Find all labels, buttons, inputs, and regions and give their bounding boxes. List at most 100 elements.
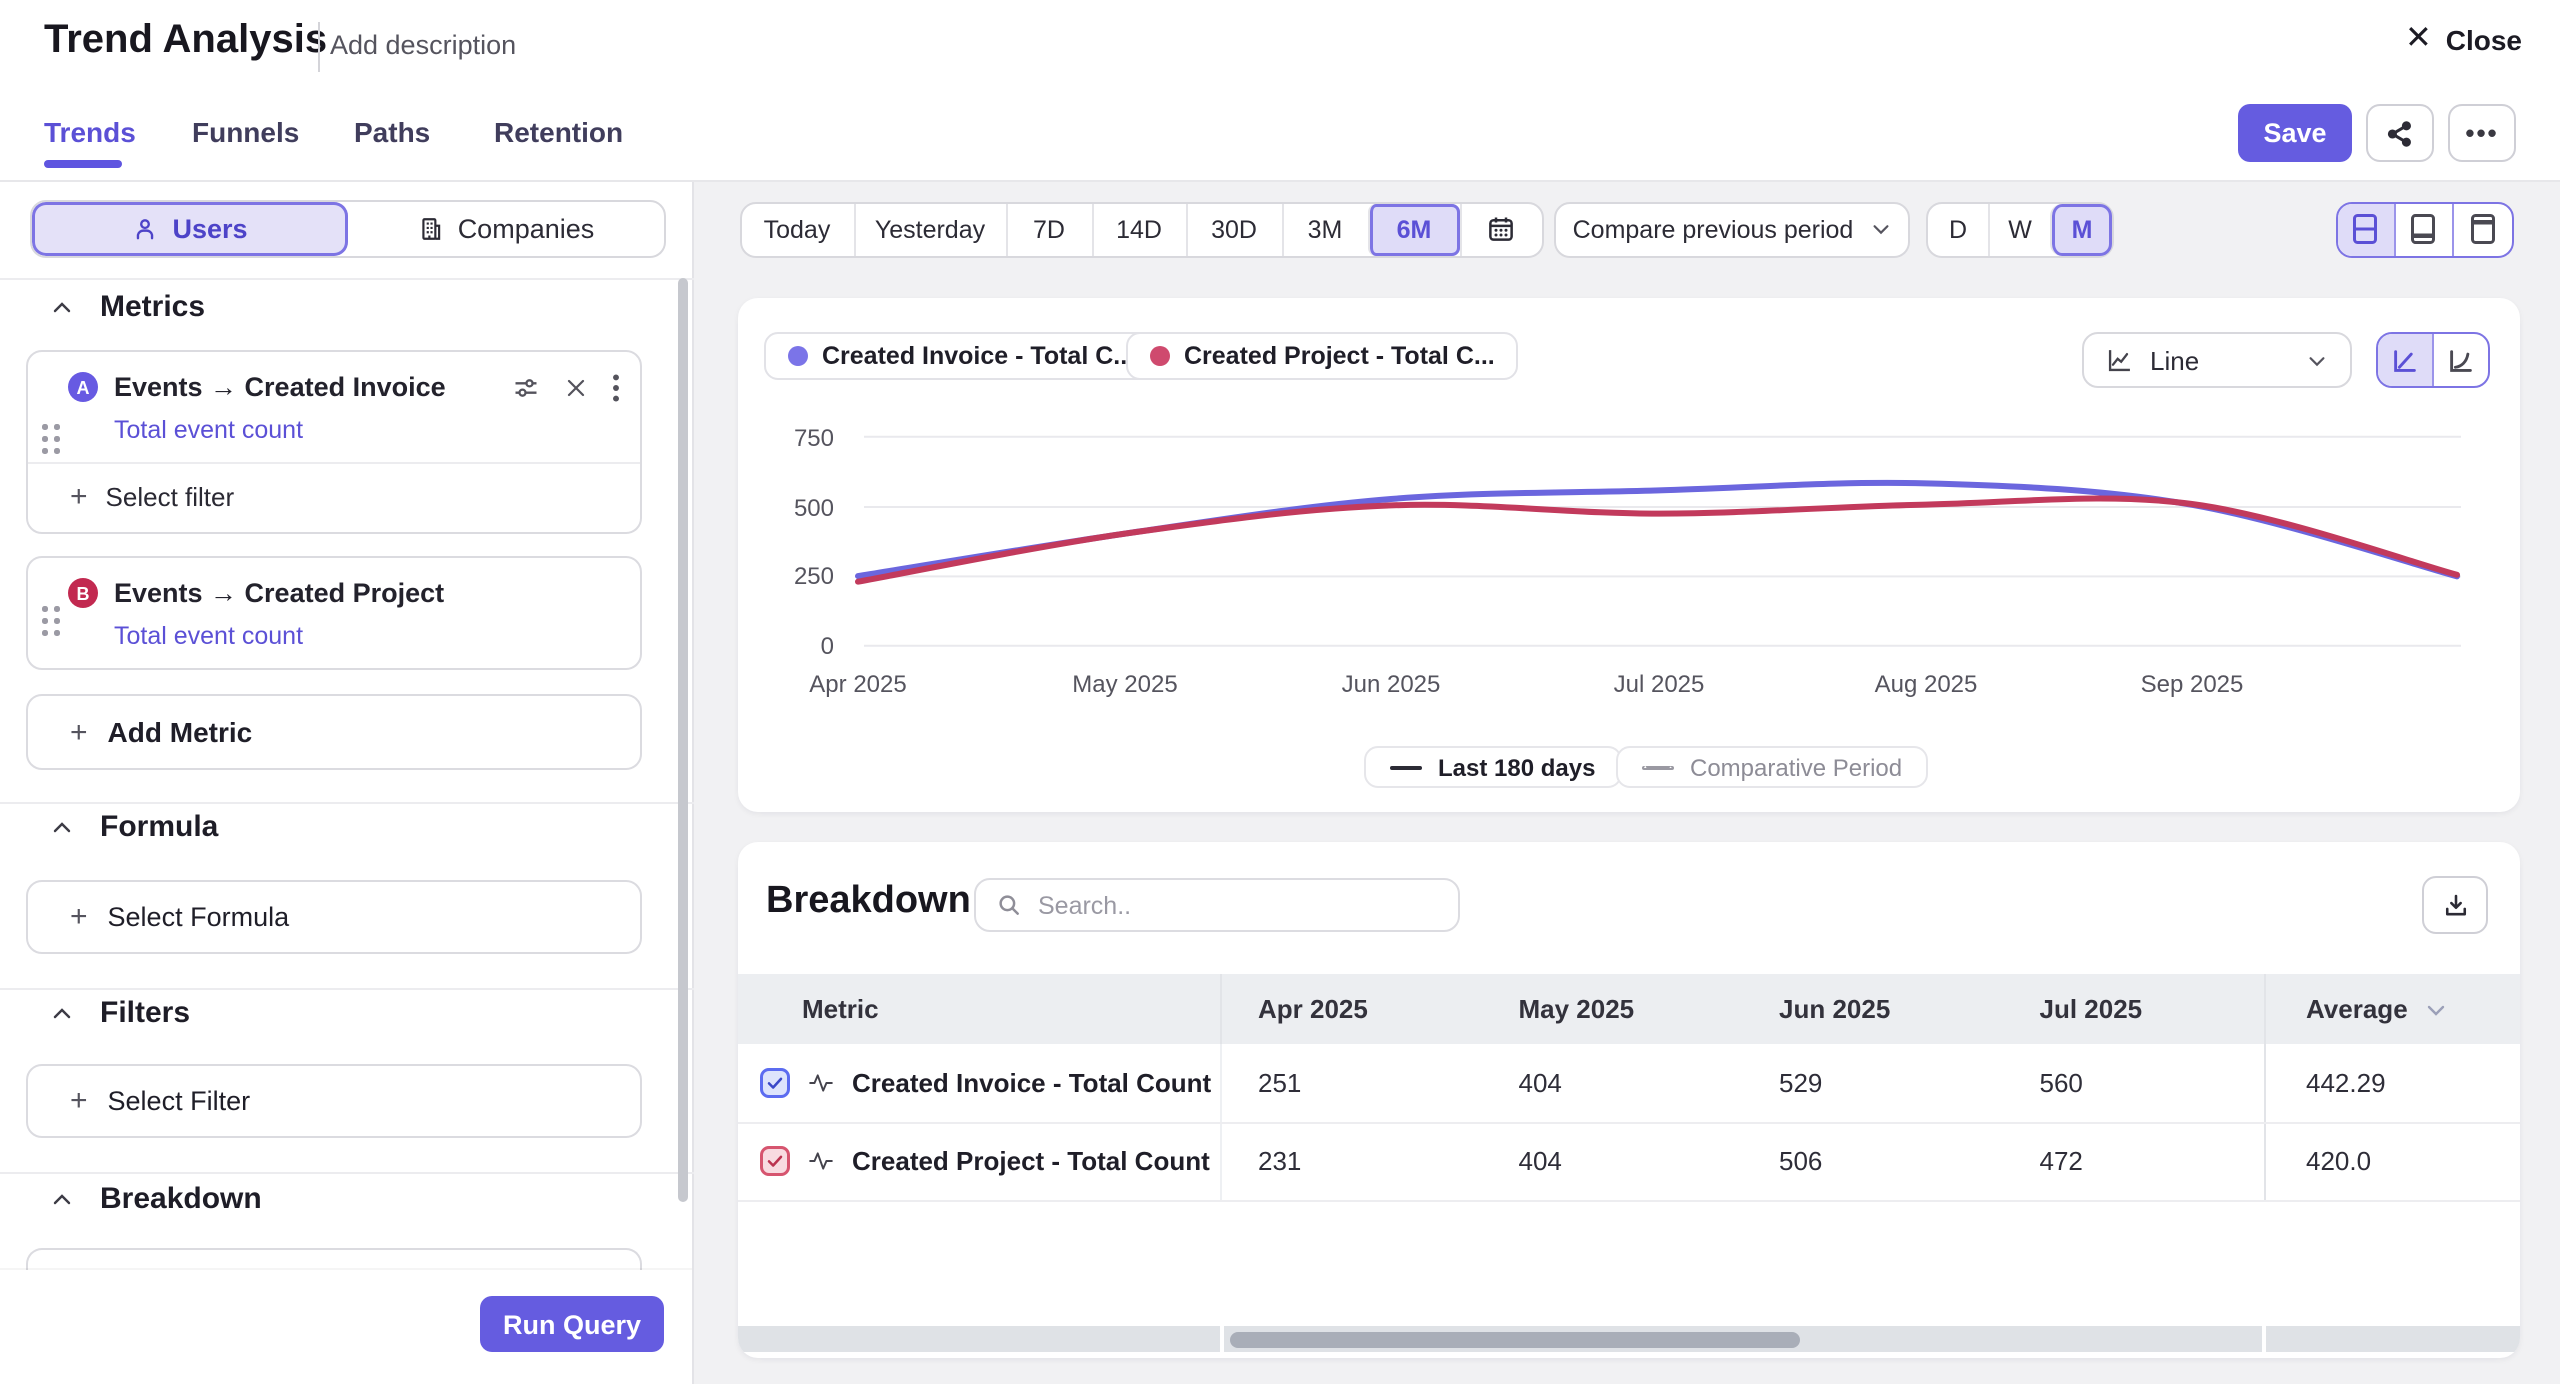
range-14d[interactable]: 14D (1091, 203, 1185, 256)
range-7d[interactable]: 7D (1005, 203, 1091, 256)
drag-handle-icon[interactable] (42, 606, 62, 638)
entity-toggle-companies[interactable]: Companies (348, 202, 664, 256)
breakdown-search[interactable] (974, 878, 1460, 932)
table-row-invoice: Created Invoice - Total Count 251 404 52… (738, 1044, 2520, 1123)
value-cell: 231 (1222, 1123, 1483, 1200)
row-checkbox-invoice[interactable] (760, 1068, 790, 1098)
table-row-project: Created Project - Total Count 231 404 50… (738, 1123, 2520, 1202)
select-formula-card[interactable]: + Select Formula (26, 880, 642, 954)
measure-link[interactable]: Total event count (114, 416, 640, 444)
divider (0, 988, 694, 990)
metric-badge-a: A (68, 372, 98, 402)
layout-chart-focus-button[interactable] (2394, 203, 2453, 256)
sidebar-scrollbar[interactable] (678, 278, 688, 1202)
search-input[interactable] (1038, 891, 1398, 919)
add-description-button[interactable]: Add description (330, 30, 516, 60)
metric-title[interactable]: Events → Created Project (114, 578, 444, 608)
user-icon (132, 216, 158, 242)
entity-toggle-users[interactable]: Users (32, 202, 348, 256)
more-options-button[interactable]: ••• (2448, 104, 2516, 162)
query-toolbar: Today Yesterday 7D 14D 30D 3M 6M Compare… (694, 182, 2560, 278)
tab-trends[interactable]: Trends (44, 116, 136, 148)
check-icon (766, 1153, 784, 1171)
ellipsis-icon: ••• (2465, 118, 2498, 148)
granularity-day[interactable]: D (1928, 203, 1988, 256)
save-button[interactable]: Save (2238, 104, 2352, 162)
compare-period-dropdown[interactable]: Compare previous period (1554, 201, 1910, 258)
sidebar-footer: Run Query (0, 1270, 692, 1384)
x-tick-apr: Apr 2025 (809, 670, 906, 698)
page-title: Trend Analysis (44, 18, 327, 64)
column-header-jun[interactable]: Jun 2025 (1743, 974, 2004, 1044)
x-tick-sep: Sep 2025 (2141, 670, 2244, 698)
legend-comparative-period[interactable]: Comparative Period (1616, 746, 1928, 788)
y-tick-250: 250 (754, 562, 834, 590)
breakdown-title: Breakdown (766, 880, 971, 924)
solid-line-swatch (1390, 765, 1422, 769)
share-button[interactable] (2366, 104, 2434, 162)
select-filter-button[interactable]: + Select filter (28, 464, 640, 532)
y-tick-500: 500 (754, 493, 834, 521)
range-3m[interactable]: 3M (1281, 203, 1367, 256)
column-header-may[interactable]: May 2025 (1483, 974, 1744, 1044)
granularity-month[interactable]: M (2050, 203, 2112, 256)
download-button[interactable] (2422, 876, 2488, 934)
add-metric-card[interactable]: + Add Metric (26, 694, 642, 770)
tab-retention[interactable]: Retention (494, 116, 623, 148)
value-cell: 404 (1483, 1044, 1744, 1121)
metrics-section-header[interactable]: Metrics (50, 290, 205, 324)
legend-current-period[interactable]: Last 180 days (1364, 746, 1621, 788)
breakdown-table: Metric Apr 2025 May 2025 Jun 2025 Jul 20… (738, 974, 2520, 1202)
waveform-icon (808, 1070, 834, 1096)
select-filter-card[interactable]: + Select Filter (26, 1064, 642, 1138)
y-tick-0: 0 (754, 632, 834, 660)
breakdown-section-header[interactable]: Breakdown (50, 1182, 262, 1216)
layout-split-horizontal-button[interactable] (2337, 203, 2394, 256)
layout-table-focus-button[interactable] (2452, 203, 2511, 256)
tab-funnels[interactable]: Funnels (192, 116, 299, 148)
remove-metric-icon[interactable] (564, 375, 588, 399)
metric-badge-b: B (68, 578, 98, 608)
divider (0, 278, 694, 280)
column-header-average[interactable]: Average (2264, 974, 2520, 1044)
measure-link[interactable]: Total event count (114, 622, 640, 650)
range-30d[interactable]: 30D (1185, 203, 1281, 256)
chevron-up-icon (50, 1187, 74, 1211)
download-icon (2441, 891, 2469, 919)
check-icon (766, 1074, 784, 1092)
calendar-button[interactable] (1459, 203, 1541, 256)
tab-paths[interactable]: Paths (354, 116, 430, 148)
series-line[interactable] (858, 499, 2457, 582)
column-header-apr[interactable]: Apr 2025 (1222, 974, 1483, 1044)
column-header-metric[interactable]: Metric (738, 974, 1222, 1044)
formula-section-header[interactable]: Formula (50, 810, 218, 844)
scrollbar-thumb[interactable] (1230, 1331, 1800, 1347)
table-header-row: Metric Apr 2025 May 2025 Jun 2025 Jul 20… (738, 974, 2520, 1044)
drag-handle-icon[interactable] (42, 424, 62, 456)
row-checkbox-project[interactable] (760, 1147, 790, 1177)
search-icon (996, 892, 1022, 918)
sort-chevron-icon (2424, 997, 2448, 1021)
column-header-jul[interactable]: Jul 2025 (2004, 974, 2265, 1044)
series-line[interactable] (858, 483, 2457, 577)
x-tick-jul: Jul 2025 (1614, 670, 1705, 698)
kebab-menu-icon[interactable] (612, 373, 620, 401)
close-button[interactable]: ✕ Close (2405, 24, 2522, 56)
run-query-button[interactable]: Run Query (480, 1296, 664, 1352)
trend-line-chart[interactable] (738, 298, 2520, 812)
chevron-up-icon (50, 295, 74, 319)
range-6m[interactable]: 6M (1367, 203, 1459, 256)
date-range-control: Today Yesterday 7D 14D 30D 3M 6M (739, 201, 1543, 258)
range-yesterday[interactable]: Yesterday (853, 203, 1005, 256)
top-header: Trend Analysis Add description ✕ Close T… (0, 0, 2560, 182)
divider (0, 802, 694, 804)
table-horizontal-scrollbar[interactable] (738, 1326, 2520, 1352)
range-today[interactable]: Today (741, 203, 853, 256)
filters-section-header[interactable]: Filters (50, 996, 190, 1030)
divider (0, 1172, 694, 1174)
metric-title[interactable]: Events → Created Invoice (114, 372, 446, 402)
layout-toggle-group (2335, 201, 2513, 258)
sliders-icon[interactable] (512, 373, 540, 401)
scrollbar-column-gap (1220, 1326, 1224, 1352)
granularity-week[interactable]: W (1988, 203, 2050, 256)
